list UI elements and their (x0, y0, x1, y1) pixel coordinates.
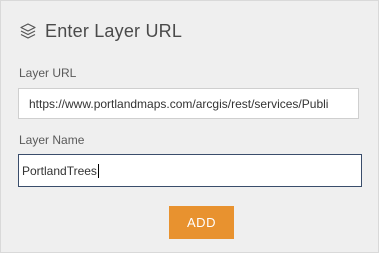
add-button[interactable]: ADD (169, 206, 234, 239)
layer-url-input[interactable]: https://www.portlandmaps.com/arcgis/rest… (18, 88, 359, 119)
layer-url-label: Layer URL (19, 66, 77, 80)
text-caret (97, 163, 99, 178)
layer-name-input[interactable]: PortlandTrees (18, 154, 362, 187)
panel-title: Enter Layer URL (45, 20, 183, 41)
layers-icon (19, 22, 37, 40)
add-layer-panel: Enter Layer URL Layer URL https://www.po… (0, 0, 379, 253)
layer-url-value: https://www.portlandmaps.com/arcgis/rest… (29, 96, 329, 111)
layer-name-value: PortlandTrees (22, 163, 97, 178)
panel-header: Enter Layer URL (19, 19, 182, 43)
layer-name-label: Layer Name (19, 133, 85, 147)
